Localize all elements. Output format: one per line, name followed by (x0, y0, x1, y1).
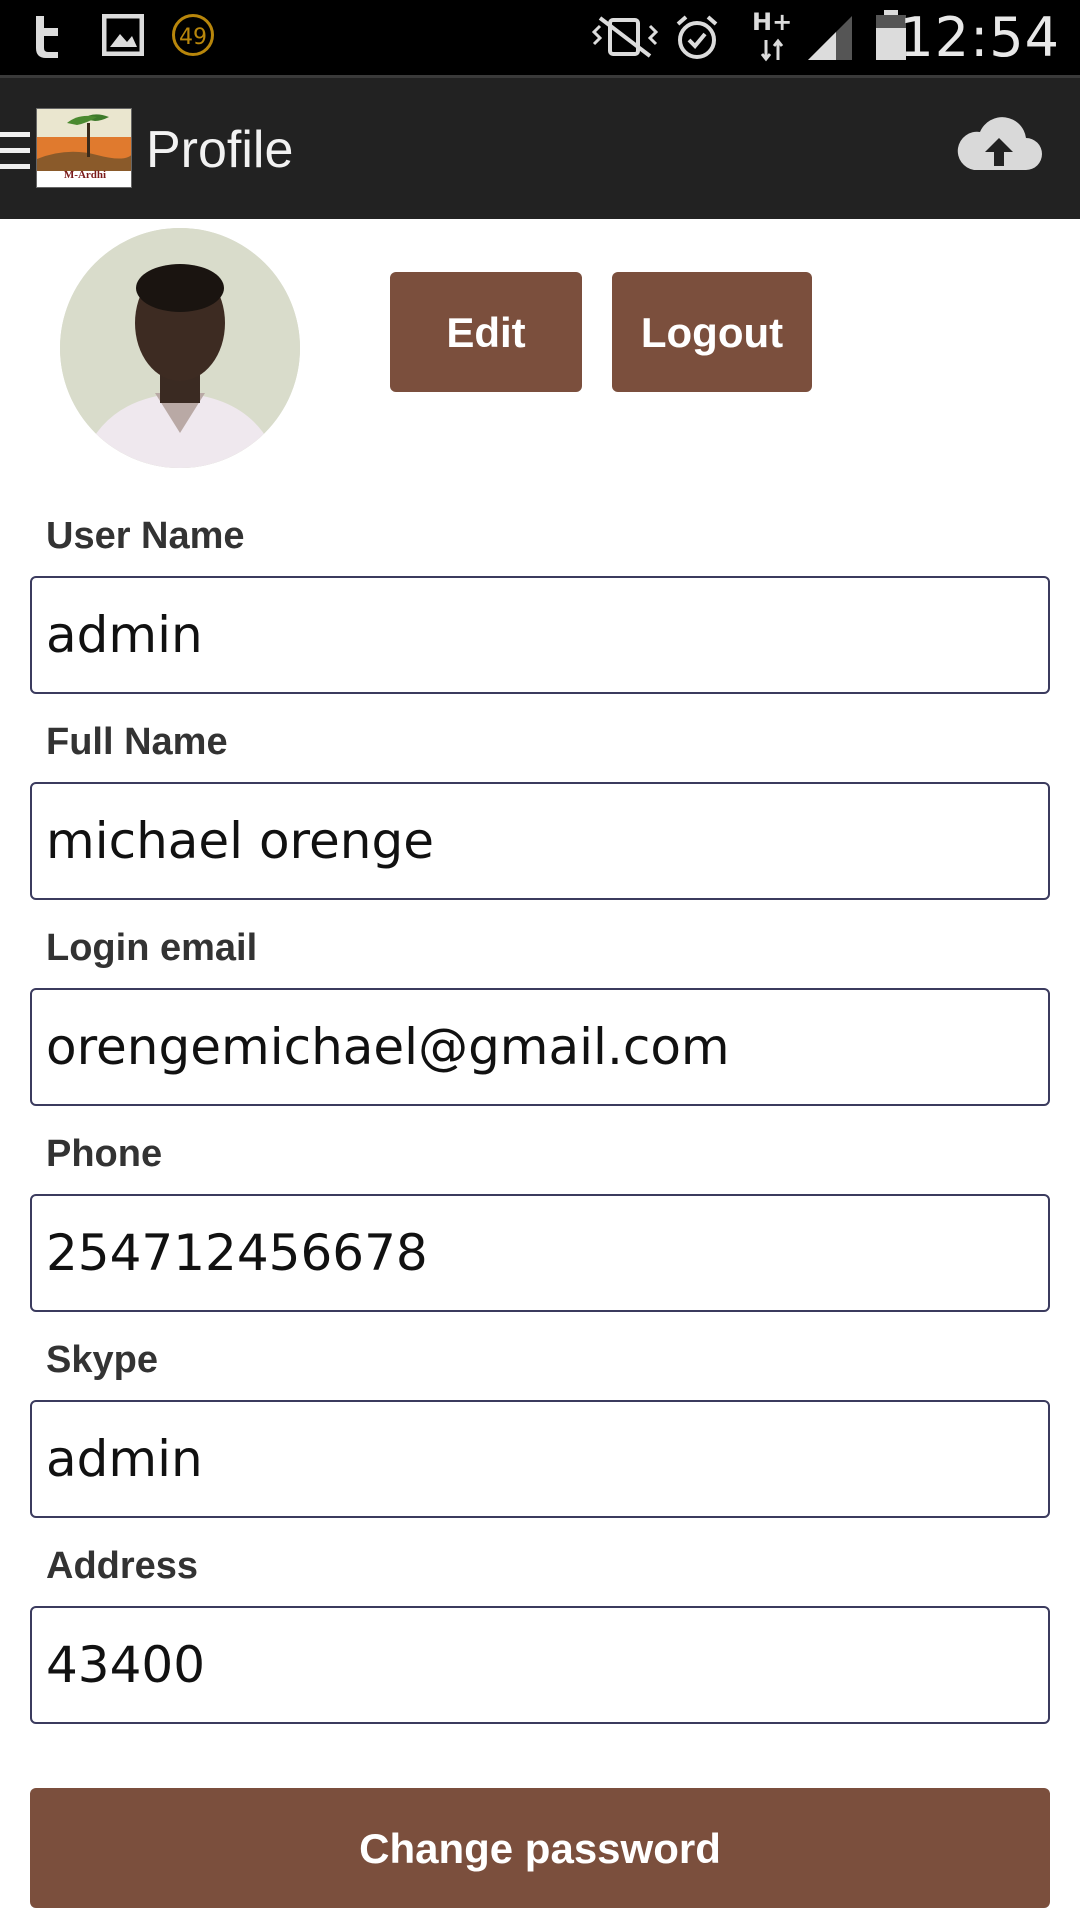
gallery-icon (102, 14, 144, 56)
clock-time: 12:54 (899, 6, 1060, 69)
app-logo: M-Ardhi (36, 108, 132, 188)
user-name-input[interactable] (30, 576, 1050, 694)
field-label: Address (46, 1545, 199, 1587)
skype-input[interactable] (30, 1400, 1050, 1518)
network-type-label: H+ (752, 8, 793, 36)
field-skype: Skype (30, 1334, 1050, 1518)
field-label: Skype (46, 1339, 158, 1381)
vibrate-icon (591, 16, 659, 58)
app-logo-text: M-Ardhi (63, 169, 107, 181)
field-phone: Phone (30, 1128, 1050, 1312)
status-bar: 49 H+ 12:54 (0, 0, 1080, 75)
field-address: Address (30, 1540, 1050, 1724)
full-name-input[interactable] (30, 782, 1050, 900)
menu-icon[interactable] (0, 130, 32, 172)
logout-button[interactable]: Logout (612, 272, 812, 392)
field-label: Full Name (46, 721, 228, 763)
field-label: Phone (46, 1133, 163, 1175)
app-t-icon (36, 16, 58, 58)
phone-input[interactable] (30, 1194, 1050, 1312)
edit-button[interactable]: Edit (390, 272, 582, 392)
field-full-name: Full Name (30, 716, 1050, 900)
app-bar: M-Ardhi Profile (0, 75, 1080, 219)
change-password-button[interactable]: Change password (30, 1788, 1050, 1908)
signal-icon (808, 16, 852, 60)
badge-49-icon: 49 (172, 14, 214, 56)
avatar (60, 228, 300, 468)
avatar-photo (60, 228, 300, 468)
alarm-icon (676, 15, 718, 59)
login-email-input[interactable] (30, 988, 1050, 1106)
field-user-name: User Name (30, 510, 1050, 694)
page-title: Profile (146, 121, 294, 179)
field-label: User Name (46, 515, 245, 557)
profile-form: User Name Full Name Login email Phone Sk… (30, 510, 1050, 1746)
network-icon (760, 38, 784, 62)
field-login-email: Login email (30, 922, 1050, 1106)
cloud-upload-icon[interactable] (956, 116, 1042, 172)
field-label: Login email (46, 927, 258, 969)
address-input[interactable] (30, 1606, 1050, 1724)
